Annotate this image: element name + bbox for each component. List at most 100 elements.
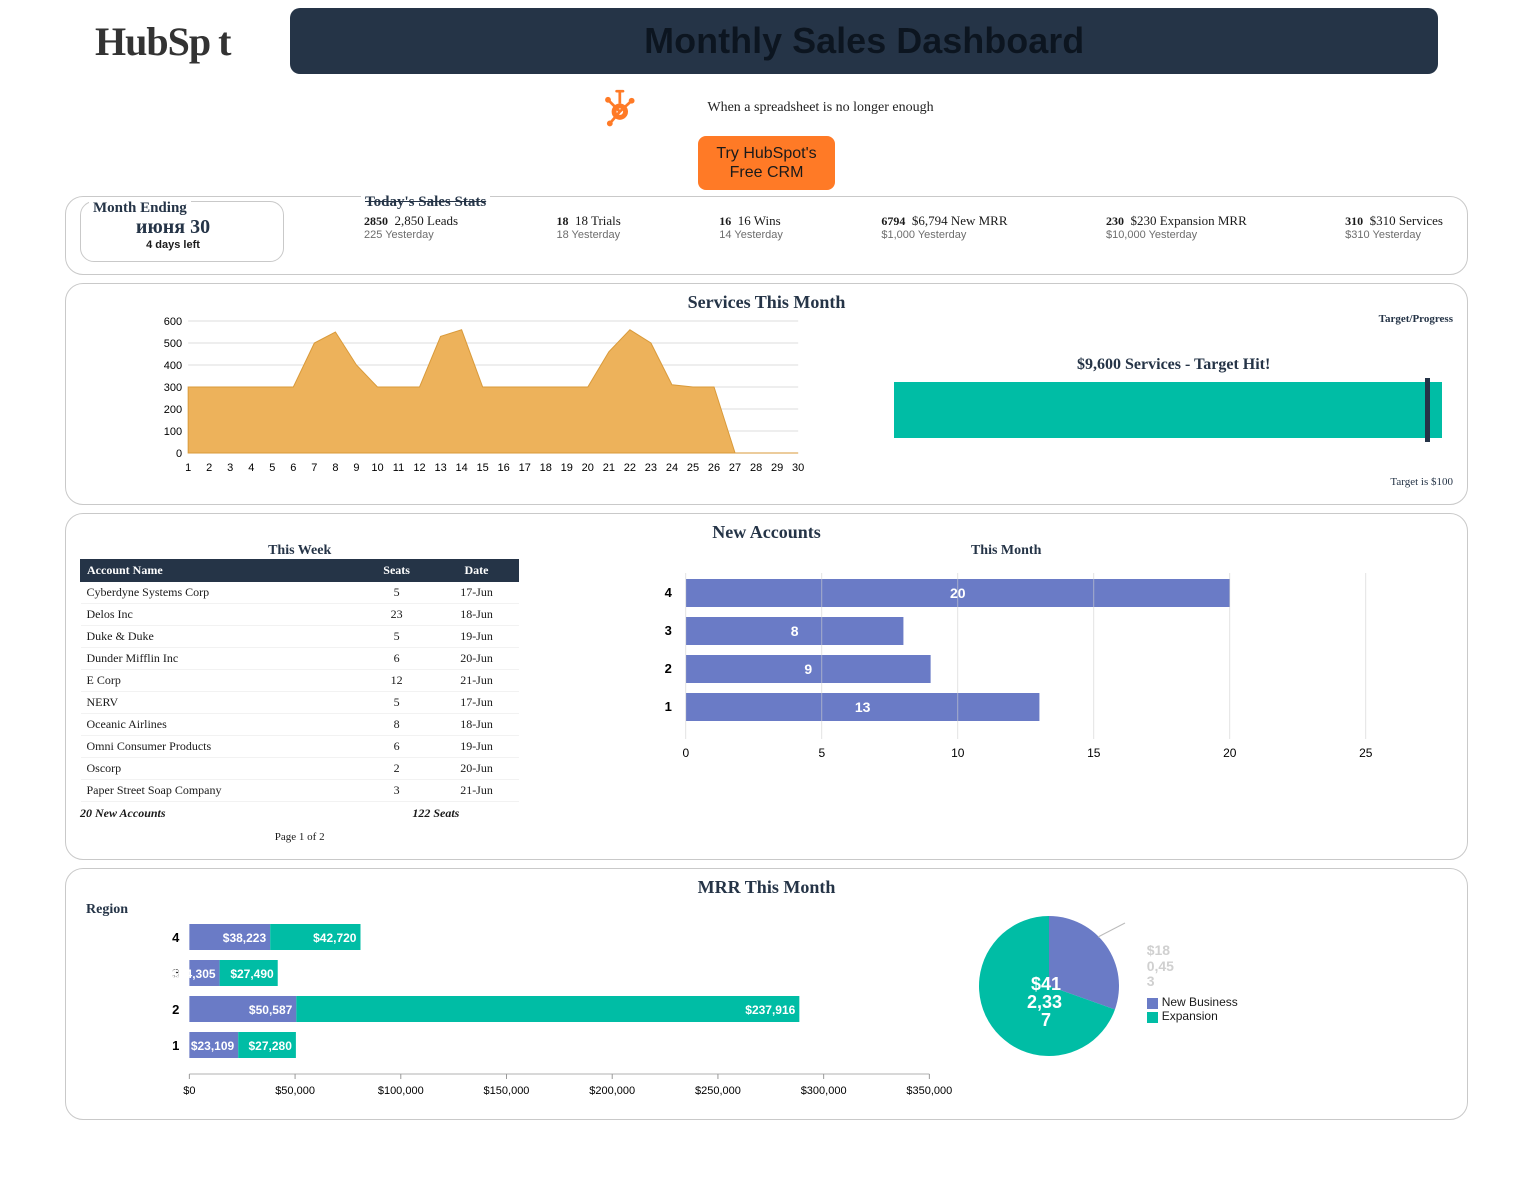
svg-text:10: 10 [952, 746, 966, 760]
new-accounts-bar-chart: 42038291130510152025 [559, 559, 1453, 789]
hubspot-logo: HubSpt [95, 18, 230, 65]
svg-text:13: 13 [434, 462, 446, 474]
svg-text:8: 8 [791, 623, 799, 639]
target-progress-label: Target/Progress [894, 313, 1453, 325]
svg-text:19: 19 [561, 462, 573, 474]
svg-text:17: 17 [519, 462, 531, 474]
accounts-foot-count: 20 New Accounts [80, 802, 166, 821]
table-row: Paper Street Soap Company321-Jun [81, 780, 519, 802]
mrr-panel: MRR This Month Region 4$38,223$42,7203$1… [65, 868, 1468, 1120]
stat-item: 310 $310 Services$310 Yesterday [1345, 213, 1443, 241]
svg-text:$14,305: $14,305 [172, 967, 216, 981]
svg-text:27: 27 [729, 462, 741, 474]
sub-header: When a spreadsheet is no longer enough T… [65, 88, 1468, 190]
svg-text:$0: $0 [183, 1085, 195, 1097]
svg-text:$38,223: $38,223 [223, 931, 267, 945]
accounts-pager[interactable]: Page 1 of 2 [80, 821, 519, 843]
table-row: Duke & Duke519-Jun [81, 626, 519, 648]
logo-text: HubSp [95, 18, 210, 65]
stat-item: 18 18 Trials18 Yesterday [556, 213, 620, 241]
stat-item: 6794 $6,794 New MRR$1,000 Yesterday [881, 213, 1007, 241]
mrr-title: MRR This Month [80, 877, 1453, 898]
table-row: E Corp1221-Jun [81, 670, 519, 692]
services-panel: Services This Month 01002003004005006001… [65, 283, 1468, 505]
services-area-chart: 0100200300400500600123456789101112131415… [80, 313, 876, 488]
header: HubSpt Monthly Sales Dashboard [65, 0, 1468, 74]
stat-item: 16 16 Wins14 Yesterday [719, 213, 783, 241]
svg-text:2: 2 [665, 661, 672, 676]
svg-text:22: 22 [624, 462, 636, 474]
svg-text:18: 18 [540, 462, 552, 474]
month-ending-date: июня 30 [93, 216, 253, 239]
this-month-label: This Month [559, 543, 1453, 559]
svg-text:$150,000: $150,000 [484, 1085, 530, 1097]
svg-text:$300,000: $300,000 [801, 1085, 847, 1097]
svg-text:$27,490: $27,490 [230, 967, 274, 981]
svg-text:11: 11 [393, 462, 404, 474]
svg-text:400: 400 [164, 360, 182, 372]
region-label: Region [86, 902, 959, 918]
table-row: Cyberdyne Systems Corp517-Jun [81, 582, 519, 604]
svg-text:20: 20 [582, 462, 594, 474]
table-row: Oscorp220-Jun [81, 758, 519, 780]
svg-text:$50,587: $50,587 [249, 1003, 293, 1017]
dashboard-title-bar: Monthly Sales Dashboard [290, 8, 1438, 74]
accounts-table: Account Name Seats Date Cyberdyne System… [80, 559, 519, 802]
svg-text:13: 13 [855, 699, 871, 715]
todays-sales-label: Today's Sales Stats [361, 194, 490, 211]
col-date: Date [434, 560, 519, 582]
svg-text:10: 10 [371, 462, 383, 474]
svg-text:4: 4 [665, 585, 673, 600]
table-row: Omni Consumer Products619-Jun [81, 736, 519, 758]
services-progress-bar [894, 382, 1453, 438]
month-ending-label: Month Ending [89, 200, 191, 217]
svg-text:$50,000: $50,000 [275, 1085, 315, 1097]
svg-text:2,33: 2,33 [1027, 992, 1062, 1012]
new-accounts-title: New Accounts [80, 522, 1453, 543]
services-title: Services This Month [80, 292, 1453, 313]
svg-text:5: 5 [819, 746, 826, 760]
svg-text:29: 29 [771, 462, 783, 474]
svg-text:12: 12 [413, 462, 425, 474]
svg-text:30: 30 [792, 462, 804, 474]
try-crm-button[interactable]: Try HubSpot's Free CRM [698, 136, 834, 190]
tagline: When a spreadsheet is no longer enough [707, 100, 933, 116]
svg-text:9: 9 [353, 462, 359, 474]
mrr-region-chart: 4$38,223$42,7203$14,305$27,4902$50,587$2… [80, 918, 959, 1098]
sprocket-icon [599, 88, 637, 128]
svg-text:25: 25 [1360, 746, 1374, 760]
svg-text:500: 500 [164, 338, 182, 350]
svg-text:21: 21 [603, 462, 615, 474]
svg-text:2: 2 [172, 1002, 179, 1017]
svg-text:9: 9 [805, 661, 813, 677]
svg-text:4: 4 [172, 930, 180, 945]
dashboard-title: Monthly Sales Dashboard [644, 20, 1084, 61]
svg-text:100: 100 [164, 426, 182, 438]
logo-text-tail: t [218, 18, 230, 65]
svg-text:15: 15 [1088, 746, 1102, 760]
new-accounts-panel: New Accounts This Week Account Name Seat… [65, 513, 1468, 860]
svg-text:1: 1 [185, 462, 191, 474]
stats-panel: Today's Sales Stats Month Ending июня 30… [65, 196, 1468, 275]
stat-item: 230 $230 Expansion MRR$10,000 Yesterday [1106, 213, 1247, 241]
svg-text:16: 16 [498, 462, 510, 474]
svg-text:1: 1 [665, 699, 672, 714]
mrr-legend: New Business Expansion [1147, 995, 1238, 1023]
svg-text:24: 24 [666, 462, 678, 474]
svg-text:300: 300 [164, 382, 182, 394]
svg-text:$41: $41 [1031, 974, 1061, 994]
this-week-label: This Week [80, 543, 519, 559]
svg-text:7: 7 [311, 462, 317, 474]
svg-text:$27,280: $27,280 [249, 1039, 293, 1053]
svg-text:8: 8 [332, 462, 338, 474]
svg-text:1: 1 [172, 1038, 179, 1053]
svg-text:7: 7 [1041, 1010, 1051, 1030]
table-row: Dunder Mifflin Inc620-Jun [81, 648, 519, 670]
svg-text:4: 4 [248, 462, 254, 474]
svg-text:$237,916: $237,916 [745, 1003, 795, 1017]
svg-text:15: 15 [477, 462, 489, 474]
col-account: Account Name [81, 560, 360, 582]
svg-text:20: 20 [1224, 746, 1238, 760]
svg-text:$23,109: $23,109 [191, 1039, 235, 1053]
svg-text:$200,000: $200,000 [589, 1085, 635, 1097]
